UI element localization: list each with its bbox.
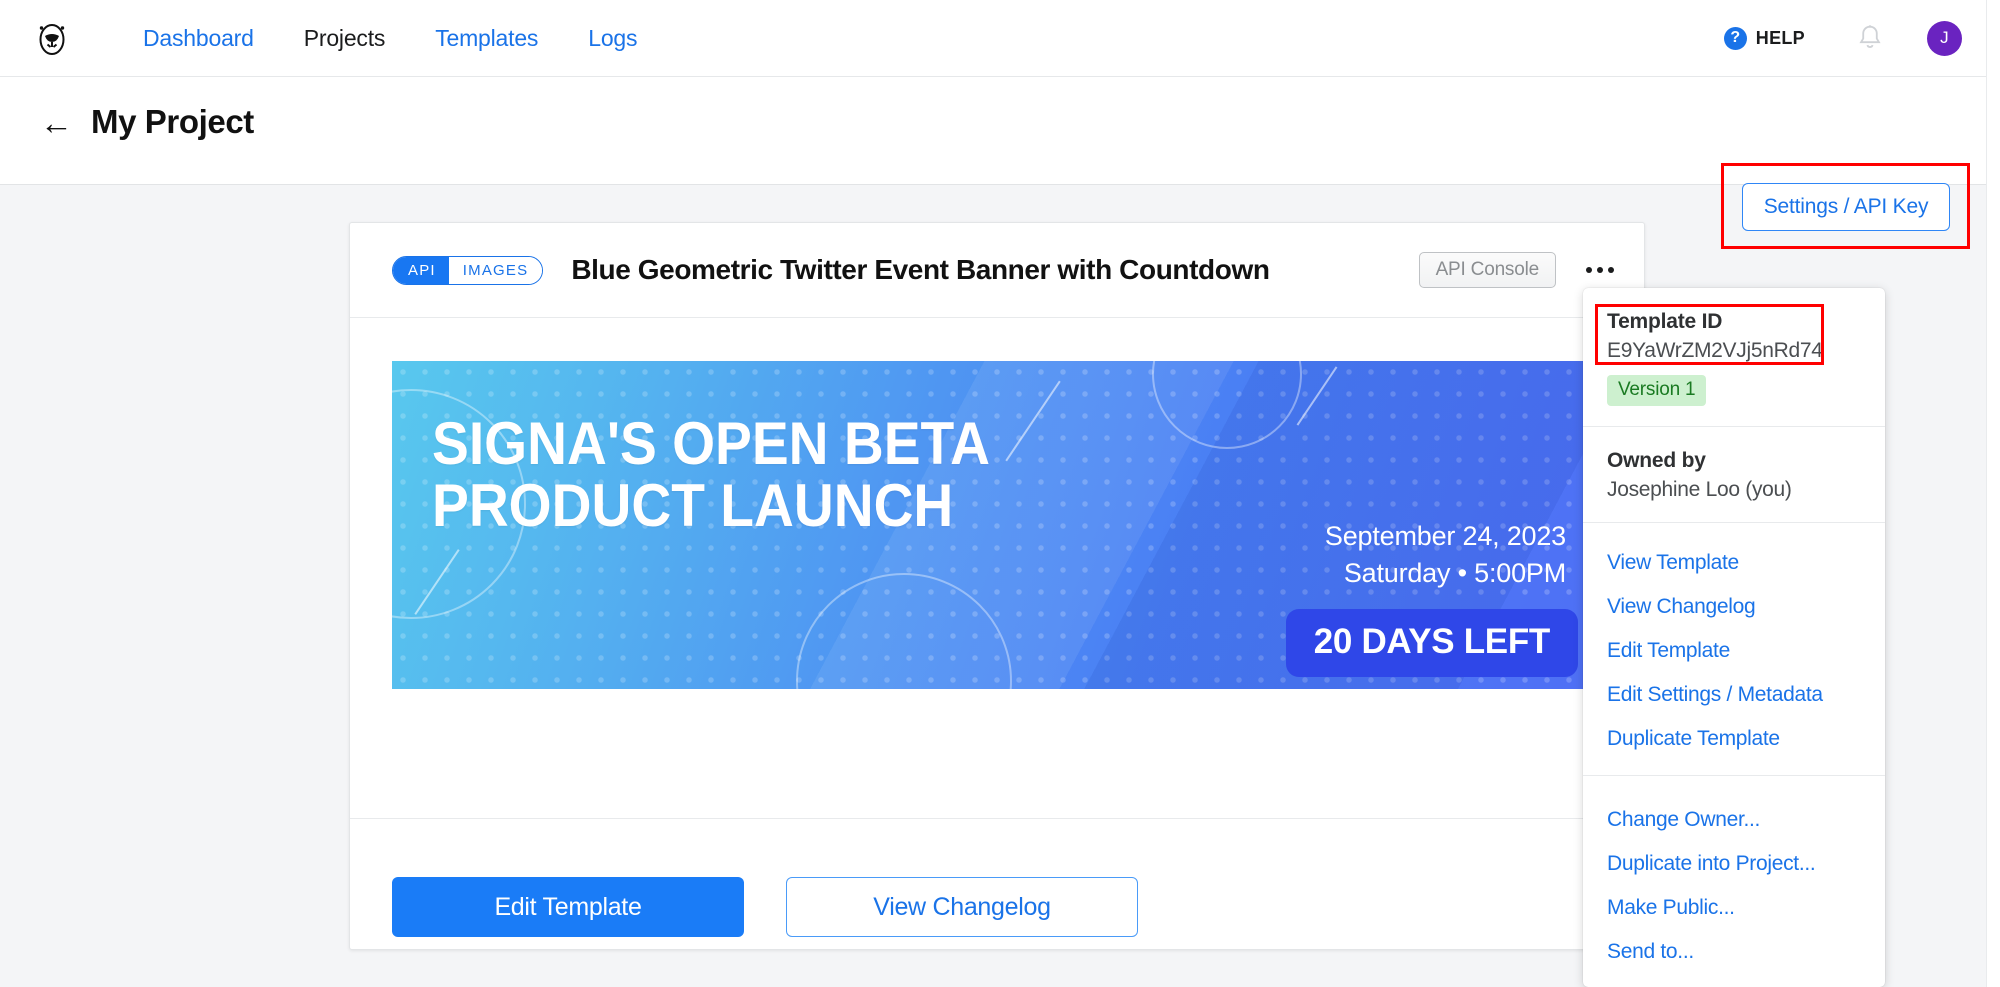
badge-segment-api: API [393,256,449,284]
nav-link-logs[interactable]: Logs [563,25,662,52]
menu-item-edit-settings-metadata[interactable]: Edit Settings / Metadata [1583,673,1885,717]
ellipsis-icon[interactable] [1580,250,1620,290]
template-card-header: API IMAGES Blue Geometric Twitter Event … [350,223,1644,318]
nav-link-templates[interactable]: Templates [410,25,563,52]
template-card-header-actions: API Console [1418,250,1620,290]
template-overflow-menu: Template ID E9YaWrZM2VJj5nRd74 Version 1… [1583,288,1885,987]
top-navigation-bar: Dashboard Projects Templates Logs ? HELP… [0,0,2000,77]
banner-countdown-badge: 20 DAYS LEFT [1285,609,1578,677]
annotation-box-template-id [1595,304,1824,365]
view-changelog-button[interactable]: View Changelog [786,877,1138,937]
notification-bell-icon[interactable] [1857,24,1883,52]
template-card: API IMAGES Blue Geometric Twitter Event … [349,222,1645,950]
banner-headline-line-2: PRODUCT LAUNCH [432,471,954,539]
menu-item-make-public[interactable]: Make Public... [1583,886,1885,930]
nav-link-dashboard[interactable]: Dashboard [118,25,279,52]
template-card-body: SIGNA'S OPEN BETA PRODUCT LAUNCH Septemb… [350,318,1644,937]
banner-date-block: September 24, 2023 Saturday • 5:00PM [1325,518,1566,593]
menu-item-change-owner[interactable]: Change Owner... [1583,798,1885,842]
banner-date: September 24, 2023 [1324,521,1566,551]
api-images-badge: API IMAGES [392,255,544,285]
app-root: Dashboard Projects Templates Logs ? HELP… [0,0,2000,987]
template-card-actions: Edit Template View Changelog [392,877,1138,937]
page-scrollbar[interactable] [1986,0,2000,987]
menu-item-edit-template[interactable]: Edit Template [1583,629,1885,673]
menu-item-view-changelog[interactable]: View Changelog [1583,585,1885,629]
template-title: Blue Geometric Twitter Event Banner with… [571,254,1270,285]
primary-nav-links: Dashboard Projects Templates Logs [118,25,662,52]
banner-time: Saturday • 5:00PM [1343,558,1566,589]
menu-item-send-to[interactable]: Send to... [1583,930,1885,974]
menu-item-duplicate-into-project[interactable]: Duplicate into Project... [1583,842,1885,886]
avatar-initial: J [1940,28,1949,47]
help-button[interactable]: ? HELP [1723,26,1805,50]
version-badge: Version 1 [1607,375,1707,406]
template-preview-banner[interactable]: SIGNA'S OPEN BETA PRODUCT LAUNCH Septemb… [392,361,1602,689]
banner-headline-line-1: SIGNA'S OPEN BETA [432,410,991,477]
help-label: HELP [1755,27,1805,48]
menu-item-duplicate-template[interactable]: Duplicate Template [1583,717,1885,761]
badge-segment-images: IMAGES [448,256,543,284]
api-console-button[interactable]: API Console [1418,252,1556,288]
avatar[interactable]: J [1927,20,1962,56]
card-footer-divider [350,818,1644,819]
owner-name: Josephine Loo (you) [1607,478,1792,501]
arrow-left-icon[interactable]: ← [40,106,73,139]
nav-right-cluster: ? HELP J [1723,20,1962,56]
breadcrumb[interactable]: ← My Project [40,103,254,141]
owl-logo-icon[interactable] [31,17,73,59]
menu-group-primary: View Template View Changelog Edit Templa… [1583,523,1885,775]
banner-headline: SIGNA'S OPEN BETA PRODUCT LAUNCH [432,413,990,537]
settings-api-key-button[interactable]: Settings / API Key [1742,183,1950,231]
nav-link-projects[interactable]: Projects [279,25,410,52]
page-title: My Project [91,103,254,140]
project-header: ← My Project Settings / API Key [0,77,2000,249]
owner-section: Owned by Josephine Loo (you) [1583,427,1885,523]
menu-item-view-template[interactable]: View Template [1583,541,1885,585]
edit-template-button[interactable]: Edit Template [392,877,744,937]
owned-by-label: Owned by [1607,449,1706,472]
question-mark-icon: ? [1723,26,1747,50]
menu-group-secondary: Change Owner... Duplicate into Project..… [1583,775,1885,987]
